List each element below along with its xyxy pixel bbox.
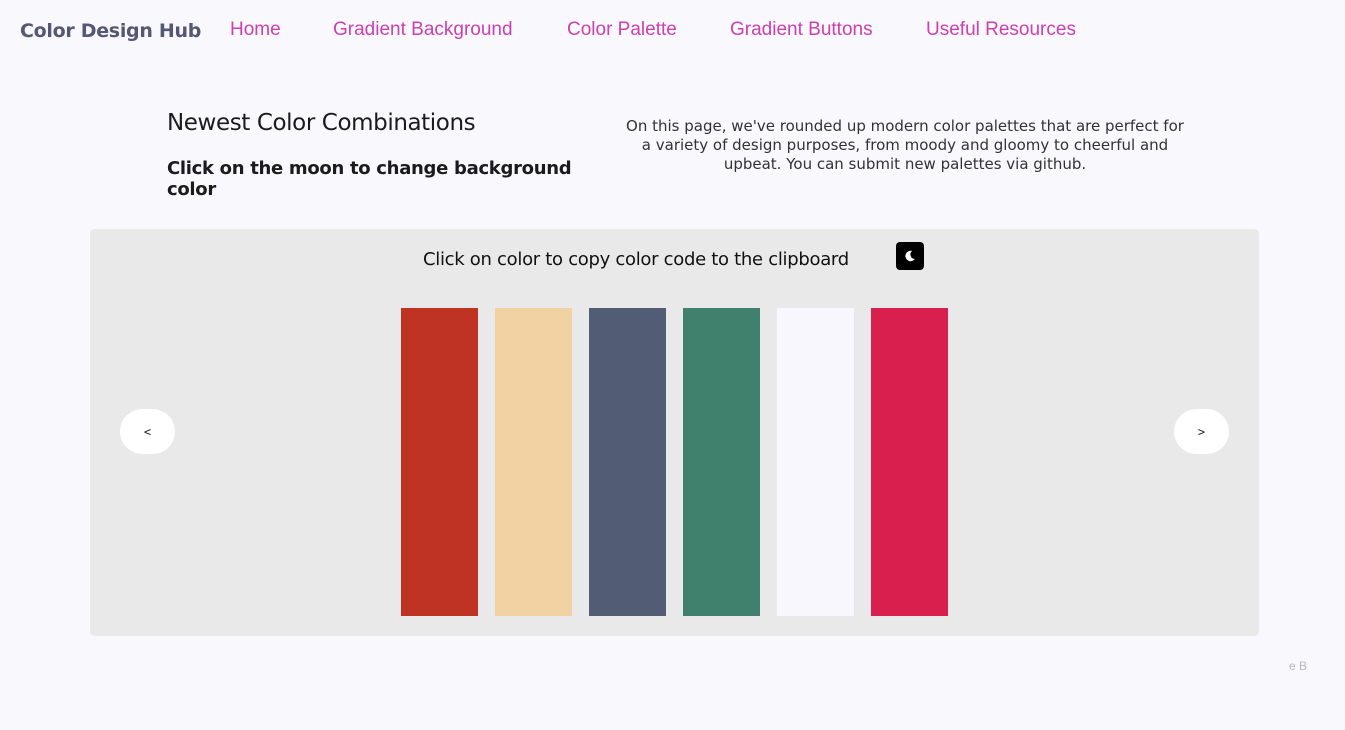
color-swatch[interactable]: [871, 308, 948, 616]
color-swatch[interactable]: [589, 308, 666, 616]
nav-link-gradient-buttons[interactable]: Gradient Buttons: [730, 19, 873, 41]
nav-link-useful-resources[interactable]: Useful Resources: [926, 19, 1076, 41]
color-swatch[interactable]: [777, 308, 854, 616]
color-swatch-row: [401, 308, 948, 616]
palette-instructions: Click on color to copy color code to the…: [423, 249, 849, 270]
color-swatch[interactable]: [683, 308, 760, 616]
previous-palette-button[interactable]: <: [120, 409, 175, 454]
brand-logo-text[interactable]: Color Design Hub: [20, 20, 201, 42]
nav-link-gradient-background[interactable]: Gradient Background: [333, 19, 513, 41]
theme-toggle-button[interactable]: [896, 242, 924, 270]
footer-fragment-text: e B: [1289, 659, 1308, 673]
page-title: Newest Color Combinations: [167, 110, 476, 136]
moon-icon: [905, 250, 916, 262]
top-navigation: Color Design Hub Home Gradient Backgroun…: [0, 0, 1345, 60]
nav-link-color-palette[interactable]: Color Palette: [567, 19, 677, 41]
page-subtitle: Click on the moon to change background c…: [167, 158, 572, 200]
intro-heading-block: Newest Color Combinations Click on the m…: [167, 110, 607, 200]
palette-panel: Click on color to copy color code to the…: [90, 229, 1259, 636]
color-swatch[interactable]: [495, 308, 572, 616]
next-palette-button[interactable]: >: [1174, 409, 1229, 454]
nav-link-home[interactable]: Home: [230, 19, 281, 41]
color-swatch[interactable]: [401, 308, 478, 616]
intro-description: On this page, we've rounded up modern co…: [626, 117, 1184, 173]
